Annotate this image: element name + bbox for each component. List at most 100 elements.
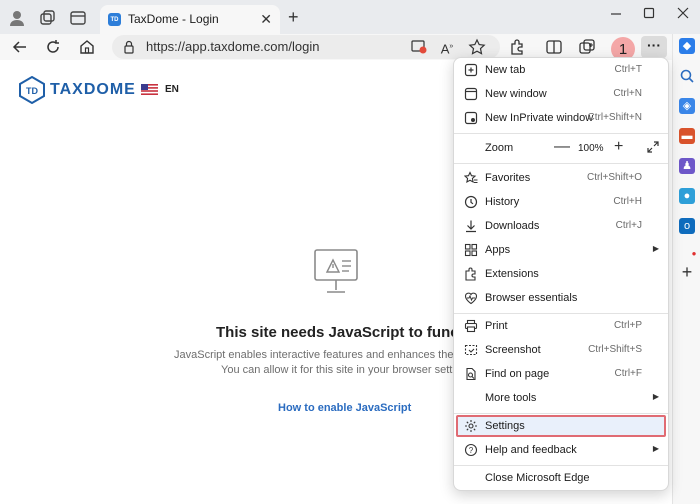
- menu-item-new-window[interactable]: New window Ctrl+N: [454, 82, 668, 106]
- zoom-label: Zoom: [485, 142, 514, 154]
- javascript-required-title: This site needs JavaScript to functio: [216, 324, 477, 341]
- new-window-icon: [464, 87, 478, 101]
- menu-item-extensions[interactable]: Extensions: [454, 262, 668, 286]
- menu-item-label: Favorites: [485, 172, 531, 184]
- menu-divider: [454, 133, 668, 134]
- menu-item-label: New InPrivate window: [485, 112, 594, 124]
- search-icon[interactable]: [679, 68, 695, 84]
- menu-item-label: Downloads: [485, 220, 540, 232]
- address-bar[interactable]: https://app.taxdome.com/login A»: [112, 35, 500, 59]
- menu-item-new-inprivate-window[interactable]: New InPrivate window Ctrl+Shift+N: [454, 106, 668, 130]
- tab-actions-icon[interactable]: [69, 9, 87, 27]
- tracking-prevention-icon[interactable]: [410, 38, 428, 56]
- maximize-icon[interactable]: [643, 7, 655, 19]
- menu-item-browser-essentials[interactable]: Browser essentials: [454, 286, 668, 310]
- menu-item-label: Close Microsoft Edge: [485, 472, 590, 484]
- menu-item-shortcut: Ctrl+P: [613, 320, 642, 331]
- microsoft365-icon[interactable]: ●: [679, 188, 695, 204]
- notification-dot-icon: ●: [691, 249, 697, 258]
- home-icon[interactable]: [78, 38, 96, 56]
- apps-icon: [464, 243, 478, 257]
- menu-item-label: New tab: [485, 64, 526, 76]
- menu-item-shortcut: Ctrl+T: [614, 64, 643, 75]
- menu-item-apps[interactable]: Apps ▶: [454, 238, 668, 262]
- menu-item-new-tab[interactable]: New tab Ctrl+T: [454, 58, 668, 82]
- refresh-icon[interactable]: [44, 38, 62, 56]
- back-icon[interactable]: [11, 38, 29, 56]
- menu-item-favorites[interactable]: Favorites Ctrl+Shift+O: [454, 166, 668, 190]
- enable-javascript-link[interactable]: How to enable JavaScript: [278, 402, 411, 414]
- new-tab-icon: [464, 63, 478, 77]
- outlook-icon[interactable]: o: [679, 218, 695, 234]
- menu-item-label: Apps: [485, 244, 511, 256]
- menu-item-close-edge[interactable]: Close Microsoft Edge: [454, 466, 668, 490]
- split-screen-icon[interactable]: [545, 38, 563, 56]
- close-tab-icon[interactable]: ✕: [260, 11, 272, 28]
- read-aloud-icon[interactable]: A»: [438, 38, 456, 56]
- add-sidebar-app-icon[interactable]: +: [679, 263, 695, 281]
- url-text[interactable]: https://app.taxdome.com/login: [146, 39, 319, 54]
- menu-item-label: Help and feedback: [485, 444, 577, 456]
- print-icon: [464, 319, 478, 333]
- menu-item-downloads[interactable]: Downloads Ctrl+J: [454, 214, 668, 238]
- settings-and-more-button[interactable]: ···: [641, 36, 667, 58]
- workspaces-icon[interactable]: [38, 9, 56, 27]
- menu-divider: [454, 163, 668, 164]
- menu-item-label: New window: [485, 88, 547, 100]
- menu-item-label: Extensions: [485, 268, 539, 280]
- menu-item-find-on-page[interactable]: Find on page Ctrl+F: [454, 362, 668, 386]
- fullscreen-icon[interactable]: [646, 140, 660, 154]
- edge-sidebar: ◆ ◈ ▬ ♟ ● o ● +: [672, 34, 700, 504]
- javascript-description-line1: JavaScript enables interactive features …: [174, 349, 488, 361]
- menu-item-shortcut: Ctrl+Shift+N: [587, 112, 642, 123]
- shopping-icon[interactable]: ◈: [679, 98, 695, 114]
- minimize-icon[interactable]: [610, 8, 622, 20]
- zoom-out-button[interactable]: —: [554, 138, 570, 156]
- menu-item-more-tools[interactable]: More tools ▶: [454, 386, 668, 410]
- new-tab-button[interactable]: +: [288, 7, 299, 28]
- language-selector[interactable]: EN: [165, 84, 179, 95]
- us-flag-icon[interactable]: [141, 84, 158, 95]
- menu-item-shortcut: Ctrl+Shift+O: [586, 172, 642, 183]
- tab-title: TaxDome - Login: [128, 12, 219, 26]
- browser-essentials-icon: [464, 292, 478, 305]
- svg-text:TD: TD: [26, 86, 38, 96]
- window-close-icon[interactable]: [677, 7, 689, 19]
- menu-item-label: More tools: [485, 392, 537, 404]
- active-tab[interactable]: TD TaxDome - Login ✕: [100, 5, 280, 34]
- profile-icon[interactable]: [8, 9, 26, 27]
- menu-item-screenshot[interactable]: Screenshot Ctrl+Shift+S: [454, 338, 668, 362]
- monitor-warning-icon: [314, 249, 358, 293]
- collections-icon[interactable]: [578, 38, 596, 56]
- svg-text:?: ?: [469, 446, 474, 455]
- favorite-star-icon[interactable]: [468, 38, 486, 56]
- taxdome-logo-icon: TD: [19, 76, 45, 104]
- chevron-right-icon: ▶: [652, 392, 659, 401]
- tools-icon[interactable]: ▬: [679, 128, 695, 144]
- menu-item-label: Settings: [485, 420, 525, 432]
- menu-item-shortcut: Ctrl+H: [613, 196, 642, 207]
- menu-item-zoom: Zoom — 100% +: [454, 136, 668, 160]
- taxdome-favicon-icon: TD: [108, 13, 121, 26]
- inprivate-icon: [464, 111, 478, 125]
- chevron-right-icon: ▶: [652, 244, 659, 253]
- zoom-in-button[interactable]: +: [614, 138, 623, 156]
- games-icon[interactable]: ♟: [679, 158, 695, 174]
- chevron-right-icon: ▶: [652, 444, 659, 453]
- javascript-description: JavaScript enables interactive features …: [174, 348, 488, 378]
- settings-and-more-menu: New tab Ctrl+T New window Ctrl+N New InP…: [453, 57, 669, 491]
- taxdome-logo-text: TAXDOME: [50, 81, 136, 98]
- menu-item-help-and-feedback[interactable]: ? Help and feedback ▶: [454, 438, 668, 462]
- downloads-icon: [466, 220, 476, 233]
- javascript-description-line2: You can allow it for this site in your b…: [221, 364, 476, 376]
- menu-item-settings[interactable]: Settings: [454, 414, 668, 438]
- extensions-puzzle-icon[interactable]: [508, 38, 526, 56]
- menu-item-label: Find on page: [485, 368, 550, 380]
- copilot-icon[interactable]: ◆: [679, 38, 695, 54]
- find-icon: [466, 367, 476, 381]
- menu-item-print[interactable]: Print Ctrl+P: [454, 314, 668, 338]
- favorites-icon: [464, 171, 478, 184]
- extensions-icon: [465, 267, 476, 281]
- menu-item-history[interactable]: History Ctrl+H: [454, 190, 668, 214]
- lock-icon[interactable]: [122, 40, 136, 54]
